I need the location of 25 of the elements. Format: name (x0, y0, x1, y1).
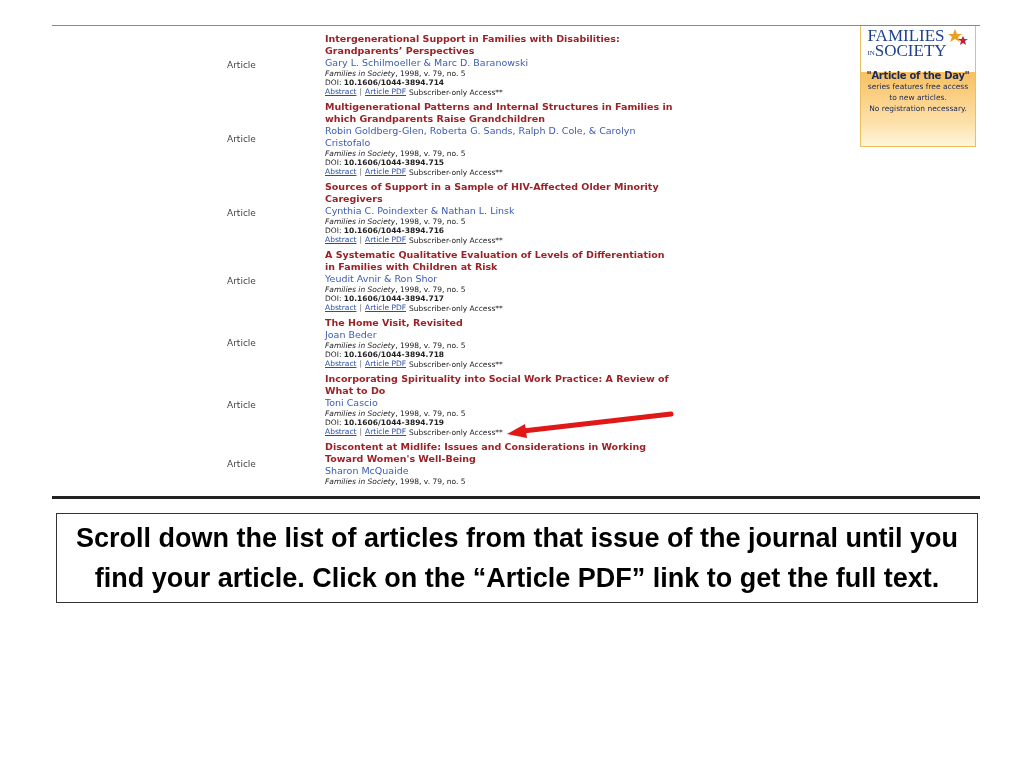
article-authors[interactable]: Toni Cascio (325, 397, 677, 409)
article-type: Article (227, 60, 257, 70)
article-authors[interactable]: Cynthia C. Poindexter & Nathan L. Linsk (325, 205, 677, 217)
article-title[interactable]: Discontent at Midlife: Issues and Considerations in Working Toward Women's Well-Being (325, 441, 677, 465)
article-title[interactable]: Sources of Support in a Sample of HIV-Affected Older Minority Caregivers (325, 181, 677, 205)
article-title[interactable]: The Home Visit, Revisited (325, 317, 677, 329)
article-type: Article (227, 338, 257, 348)
article-authors[interactable]: Joan Beder (325, 329, 677, 341)
article-title[interactable]: Multigenerational Patterns and Internal Structures in Families in which Grandparents Raise Grandchildren (325, 101, 677, 125)
article-title[interactable]: Intergenerational Support in Families with Disabilities: Grandparents’ Perspectives (325, 33, 677, 57)
article-authors[interactable]: Gary L. Schilmoeller & Marc D. Baranowski (325, 57, 677, 69)
article-title[interactable]: Incorporating Spirituality into Social Work Practice: A Review of What to Do (325, 373, 677, 397)
article-type: Article (227, 458, 257, 469)
instruction-caption: Scroll down the list of articles from that issue of the journal until you find your article. Click on the “Article PDF” link to get the full text. (56, 513, 978, 603)
article-type: Article (227, 208, 257, 218)
logo-text: SOCIETY (874, 43, 947, 58)
article-authors[interactable]: Robin Goldberg-Glen, Roberta G. Sands, Ralph D. Cole, & Carolyn Cristofalo (325, 125, 677, 149)
article-authors[interactable]: Sharon McQuaide (325, 465, 677, 477)
article-authors[interactable]: Yeudit Avnir & Ron Shor (325, 273, 677, 285)
article-type: Article (227, 400, 257, 410)
article-title[interactable]: A Systematic Qualitative Evaluation of Levels of Differentiation in Families with Children at Risk (325, 249, 677, 273)
article-type: Article (227, 276, 257, 286)
article-type: Article (227, 134, 257, 144)
logo-text: FAMILIES (867, 28, 946, 43)
promo-heading: "Article of the Day" (866, 70, 970, 81)
